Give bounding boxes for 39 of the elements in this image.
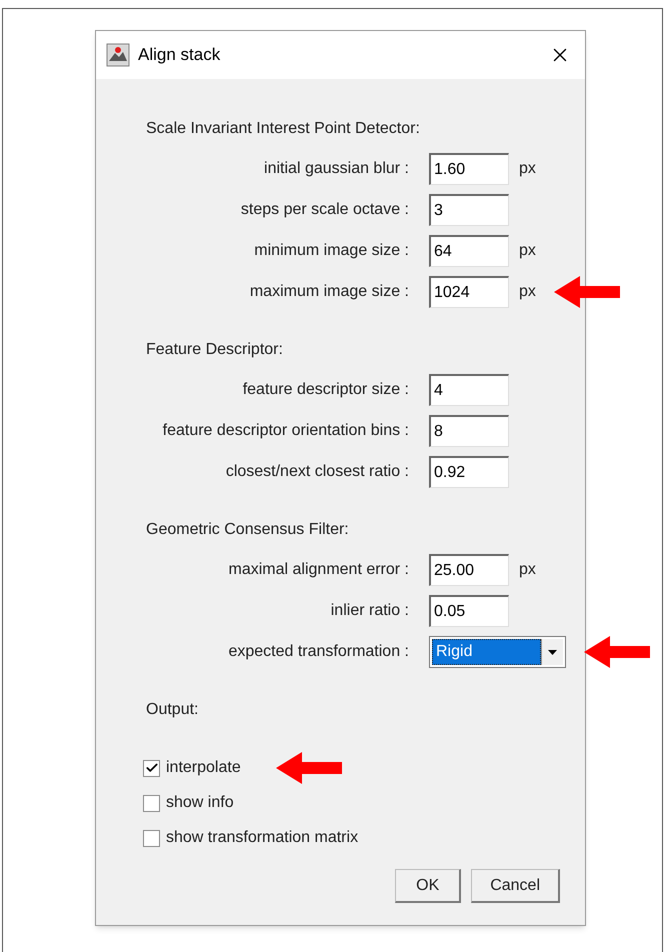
input-field[interactable]: 8 [429, 415, 509, 447]
checkbox-label: show info [166, 793, 234, 813]
input-field[interactable]: 0.05 [429, 595, 509, 627]
input-field[interactable]: 3 [429, 194, 509, 226]
app-icon [106, 43, 130, 67]
unit-label: px [519, 241, 536, 261]
input-field[interactable]: 0.92 [429, 456, 509, 488]
input-field[interactable]: 25.00 [429, 554, 509, 586]
checkbox[interactable] [143, 760, 160, 776]
unit-label: px [519, 282, 536, 302]
section-heading: Geometric Consensus Filter: [145, 520, 350, 540]
window-title: Align stack [138, 44, 220, 66]
section-heading: Feature Descriptor: [145, 340, 284, 360]
field-label: maximum image size : [248, 282, 409, 302]
field-label: initial gaussian blur : [263, 159, 409, 179]
checkbox[interactable] [143, 794, 160, 812]
unit-label: px [519, 560, 536, 580]
field-label: feature descriptor size : [242, 380, 409, 400]
checkbox[interactable] [143, 830, 160, 846]
caret-icon [548, 650, 557, 654]
dialog-button[interactable]: Cancel [471, 869, 560, 903]
field-label: feature descriptor orientation bins : [162, 421, 409, 441]
dialog-button[interactable]: OK [395, 869, 462, 903]
input-field[interactable]: 64 [429, 235, 509, 267]
field-label: maximal alignment error : [228, 560, 409, 580]
unit-label: px [519, 159, 536, 179]
checkbox-label: show transformation matrix [166, 828, 358, 848]
field-label: closest/next closest ratio : [224, 462, 409, 482]
input-field[interactable]: 1.60 [429, 153, 509, 185]
field-label: minimum image size : [253, 241, 409, 261]
field-label: expected transformation : [227, 642, 409, 662]
dropdown[interactable]: Rigid [429, 636, 566, 668]
section-heading: Scale Invariant Interest Point Detector: [145, 119, 421, 139]
field-label: inlier ratio : [330, 601, 409, 621]
section-heading: Output: [145, 700, 200, 720]
input-field[interactable]: 4 [429, 374, 509, 406]
input-field[interactable]: 1024 [429, 276, 509, 308]
checkbox-label: interpolate [166, 758, 241, 778]
field-label: steps per scale octave : [240, 200, 409, 220]
